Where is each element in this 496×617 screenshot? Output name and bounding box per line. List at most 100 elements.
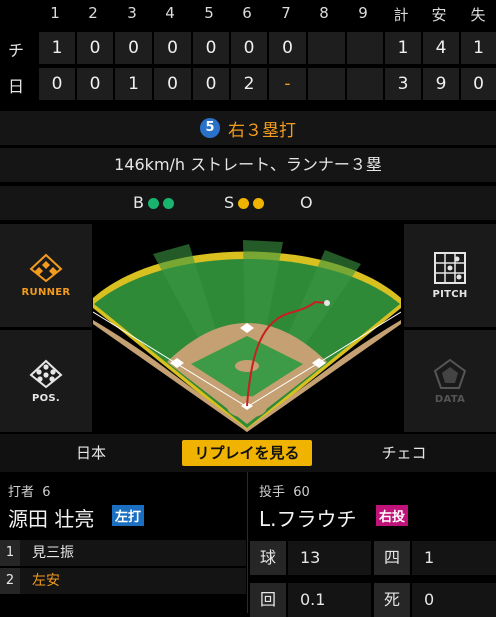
inning-7-header: 7 <box>281 4 291 22</box>
inning-score <box>308 68 345 100</box>
count-dot <box>238 198 250 209</box>
inning-6-header: 6 <box>242 4 252 22</box>
positions-icon <box>29 359 63 388</box>
inning-9-header: 9 <box>358 4 368 22</box>
replay-button[interactable]: リプレイを見る <box>182 440 312 466</box>
stat-label-pitches: 球 <box>250 541 286 575</box>
inning-score: 0 <box>269 32 306 64</box>
inning-5-header: 5 <box>204 4 214 22</box>
count-dot <box>162 198 174 209</box>
team-label: 日 <box>8 77 25 96</box>
total-hits: 4 <box>423 32 459 64</box>
ball-count: B <box>133 186 174 220</box>
inning-score <box>347 32 383 64</box>
stat-value-hbp: 0 <box>412 583 496 617</box>
inning-score: 0 <box>115 32 152 64</box>
team-label: チ <box>8 41 25 60</box>
out-label: O <box>300 193 313 212</box>
inning-2-header: 2 <box>88 4 98 22</box>
inning-score: 0 <box>154 32 191 64</box>
tab-japan[interactable]: 日本 <box>0 434 182 472</box>
strike-count: S <box>224 186 265 220</box>
inning-score <box>308 32 345 64</box>
inning-score: 0 <box>193 32 229 64</box>
at-bat-number: 2 <box>0 568 20 594</box>
pitcher-name: L.フラウチ <box>259 507 357 531</box>
score-row-japan: 日 0 0 1 0 0 2 - 3 9 0 <box>0 68 496 100</box>
total-runs: 1 <box>385 32 421 64</box>
inning-8-header: 8 <box>319 4 329 22</box>
count-dot <box>253 198 265 209</box>
inning-4-header: 4 <box>165 4 175 22</box>
at-bat-result: 左安 <box>32 573 60 589</box>
strike-label: S <box>224 193 235 212</box>
inning-score: 0 <box>77 32 113 64</box>
errors-header: 失 <box>470 6 486 24</box>
inning-1-header: 1 <box>50 4 60 22</box>
at-bat-number: 1 <box>0 540 20 566</box>
runner-icon <box>29 253 63 283</box>
ball-label: B <box>133 193 144 212</box>
play-result-bar: 5 右３塁打 <box>0 111 496 145</box>
inning-score: 0 <box>193 68 229 100</box>
tab-czech[interactable]: チェコ <box>312 434 496 472</box>
runner-label: RUNNER <box>21 287 71 298</box>
inning-header: 1 2 3 4 5 6 7 8 9 計 安 失 <box>0 4 496 28</box>
ball-landing-point <box>324 300 330 306</box>
inning-score: 0 <box>154 68 191 100</box>
tab-bar: 日本 リプレイを見る チェコ <box>0 434 496 472</box>
inning-score: 2 <box>231 68 267 100</box>
ball-dots <box>144 193 174 212</box>
count-indicator: B S O <box>0 186 496 220</box>
total-errors: 1 <box>461 32 496 64</box>
pos-label: POS. <box>31 392 61 404</box>
batter-number: 6 <box>42 485 51 500</box>
pitch-button[interactable]: PITCH <box>404 224 496 327</box>
inning-3-header: 3 <box>127 4 137 22</box>
stat-value-pitches: 13 <box>288 541 371 575</box>
pitcher-hand-badge: 右投 <box>376 505 409 526</box>
strike-dots <box>234 193 265 212</box>
pitcher-number: 60 <box>293 485 310 500</box>
panel-divider <box>247 472 248 613</box>
baseball-field <box>93 240 401 432</box>
pitchers-mound <box>235 360 259 372</box>
inning-score: 1 <box>39 32 75 64</box>
pitch-label: PITCH <box>432 289 468 300</box>
batting-order-badge: 5 <box>200 118 220 138</box>
pitcher-role-label: 投手 60 <box>259 481 310 500</box>
runs-header: 計 <box>393 6 409 24</box>
batter-role-label: 打者 6 <box>8 481 51 500</box>
play-result-text: 右３塁打 <box>228 120 296 141</box>
stat-label-walks: 四 <box>374 541 410 575</box>
inning-score: 0 <box>39 68 75 100</box>
batter-name: 源田 壮亮 <box>8 507 95 531</box>
total-errors: 0 <box>461 68 496 100</box>
score-row-czech: チ 1 0 0 0 0 0 0 1 4 1 <box>0 32 496 64</box>
stat-value-walks: 1 <box>412 541 496 575</box>
total-runs: 3 <box>385 68 421 100</box>
inning-score: 0 <box>231 32 267 64</box>
batter-role: 打者 <box>8 485 35 500</box>
inning-score: 1 <box>115 68 152 100</box>
data-label: DATA <box>434 393 466 405</box>
data-pentagon-icon <box>433 358 467 389</box>
batter-hand-badge: 左打 <box>112 505 145 526</box>
hits-header: 安 <box>431 6 447 24</box>
inning-score-current: - <box>269 68 306 100</box>
at-bat-item: 1 見三振 <box>0 540 246 566</box>
data-button[interactable]: DATA <box>404 330 496 432</box>
pitcher-role: 投手 <box>259 485 286 500</box>
stat-label-hbp: 死 <box>374 583 410 617</box>
out-count: O <box>300 186 313 220</box>
count-dot <box>147 198 159 209</box>
total-hits: 9 <box>423 68 459 100</box>
at-bat-result: 見三振 <box>32 545 74 561</box>
at-bat-item: 2 左安 <box>0 568 246 594</box>
runner-button[interactable]: RUNNER <box>0 224 92 327</box>
pitch-description: 146km/h ストレート、ランナー３塁 <box>0 148 496 182</box>
pitch-grid-icon <box>434 252 466 284</box>
stat-value-innings: 0.1 <box>288 583 371 617</box>
pos-button[interactable]: POS. <box>0 330 92 432</box>
stat-label-innings: 回 <box>250 583 286 617</box>
